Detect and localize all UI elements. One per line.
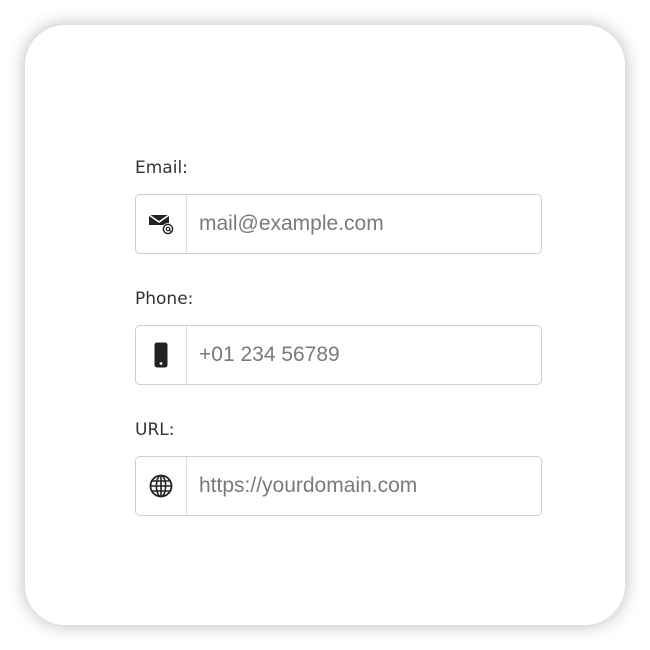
envelope-at-icon <box>136 195 187 253</box>
email-field[interactable] <box>187 195 541 253</box>
url-field[interactable] <box>187 457 541 515</box>
url-label: URL: <box>135 420 175 440</box>
contact-form: Email: Phone: <box>135 156 542 516</box>
email-input-group <box>135 194 542 254</box>
form-card: Email: Phone: <box>25 25 625 625</box>
phone-input-group <box>135 325 542 385</box>
mobile-phone-icon <box>136 326 187 384</box>
phone-label: Phone: <box>135 289 194 309</box>
email-label: Email: <box>135 158 188 178</box>
url-input-group <box>135 456 542 516</box>
phone-field[interactable] <box>187 326 541 384</box>
globe-icon <box>136 457 187 515</box>
